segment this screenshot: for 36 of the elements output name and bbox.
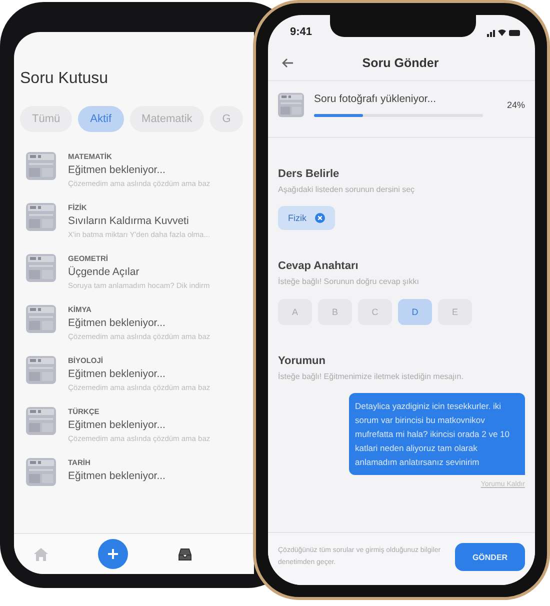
section-hint: İsteğe bağlı! Sorunun doğru cevap şıkkı [278,277,419,286]
question-title[interactable]: Sıvıların Kaldırma Kuvveti [68,215,189,227]
status-time: 9:41 [290,26,312,38]
plus-icon [107,548,119,560]
filter-tab[interactable]: Matematik [130,106,204,132]
section-title: Ders Belirle [278,168,340,180]
question-title[interactable]: Eğitmen bekleniyor... [68,317,166,329]
answer-option[interactable]: B [318,299,352,325]
section-hint: Aşağıdaki listeden sorunun dersini seç [278,185,415,194]
answer-option[interactable]: C [358,299,392,325]
answer-option[interactable]: A [278,299,312,325]
filter-tab[interactable]: G [210,106,243,132]
section-title: Yorumun [278,355,326,367]
question-title[interactable]: Eğitmen bekleniyor... [68,368,166,380]
close-icon[interactable] [314,213,324,223]
status-icons [487,28,521,36]
question-title[interactable]: Üçgende Açılar [68,266,140,278]
comment-bubble: Detaylica yazdiginiz icin tesekkurler. iki sorum var birincisi bu matkovnikov mufrefatta mi hala? ikincisi orada 2 ve 10 katlari neden aliyoruz tam olarak anlamadım anlatırsanız sevinirim [349,393,525,475]
answer-option[interactable]: E [438,299,472,325]
screen-title: Soru Kutusu [20,70,108,88]
screen-title: Soru Gönder [361,56,440,70]
back-arrow-icon[interactable] [282,58,294,68]
upload-label: Soru fotoğrafı yükleniyor... [314,93,437,105]
upload-percent: 24% [506,100,525,110]
add-button[interactable] [98,539,128,569]
question-title[interactable]: Eğitmen bekleniyor... [68,419,166,431]
send-button[interactable]: GÖNDER [455,543,525,571]
question-title[interactable]: Eğitmen bekleniyor... [68,164,166,176]
section-hint: İsteğe bağlı! Eğitmenimize iletmek istediğin mesajın. [278,372,464,381]
filter-tab[interactable]: Tümü [20,106,72,132]
section-title: Cevap Anahtarı [278,260,358,272]
question-title[interactable]: Eğitmen bekleniyor... [68,470,166,482]
answer-option[interactable]: D [398,299,432,325]
filter-tab[interactable]: Aktif [78,106,124,132]
inbox-icon[interactable] [178,547,192,561]
subject-chip[interactable]: Fizik [278,206,334,230]
